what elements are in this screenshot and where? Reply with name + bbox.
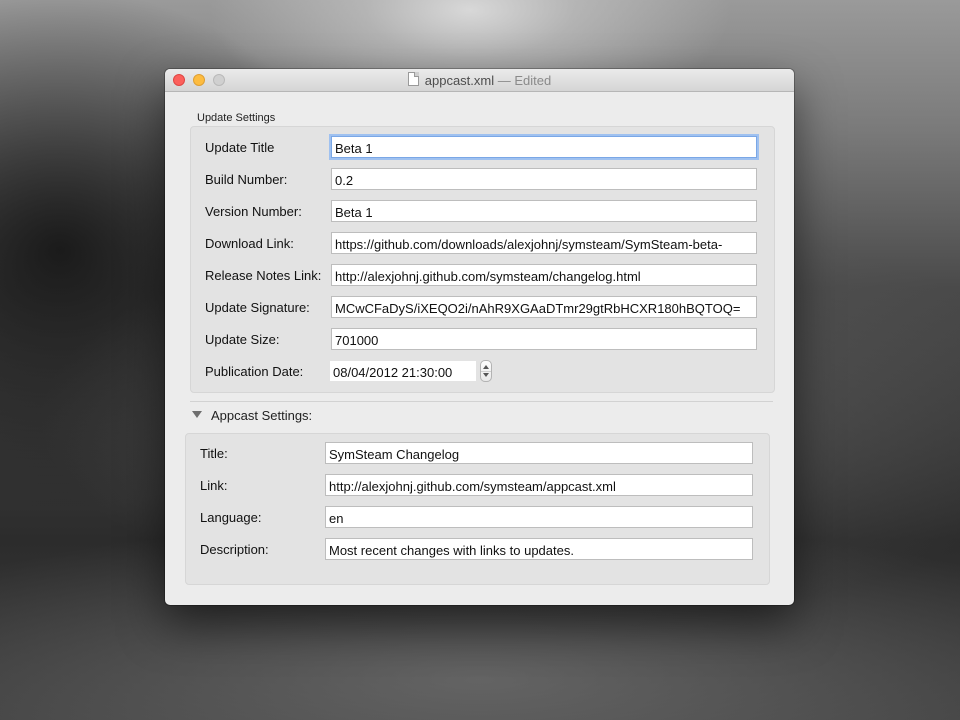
update-size-field[interactable] (331, 328, 757, 350)
update-title-field[interactable] (331, 136, 757, 158)
window-title-text: appcast.xml (424, 73, 495, 88)
update-title-label: Update Title (205, 140, 275, 155)
release-notes-link-field[interactable] (331, 264, 757, 286)
appcast-link-label: Link: (200, 478, 228, 493)
update-signature-label: Update Signature: (205, 300, 310, 315)
update-settings-box (190, 126, 775, 393)
appcast-settings-label[interactable]: Appcast Settings: (211, 408, 312, 423)
update-size-label: Update Size: (205, 332, 280, 347)
title-separator: — (497, 73, 511, 88)
appcast-link-field[interactable] (325, 474, 753, 496)
disclosure-triangle-icon[interactable] (192, 411, 202, 418)
window-title: appcast.xml — Edited (165, 72, 794, 88)
version-number-field[interactable] (331, 200, 757, 222)
release-notes-link-label: Release Notes Link: (205, 268, 322, 283)
appcast-window: appcast.xml — Edited Update Settings Upd… (165, 69, 794, 605)
document-icon[interactable] (407, 72, 419, 86)
build-number-field[interactable] (331, 168, 757, 190)
chevron-down-icon[interactable] (483, 373, 489, 377)
chevron-up-icon[interactable] (483, 365, 489, 369)
version-number-label: Version Number: (205, 204, 302, 219)
title-status: Edited (514, 73, 552, 88)
build-number-label: Build Number: (205, 172, 288, 187)
section-divider (190, 401, 773, 402)
title-bar[interactable]: appcast.xml — Edited (165, 69, 794, 92)
appcast-description-label: Description: (200, 542, 269, 557)
download-link-field[interactable] (331, 232, 757, 254)
date-stepper[interactable] (480, 360, 492, 382)
stepper-divider (481, 371, 491, 372)
appcast-title-label: Title: (200, 446, 228, 461)
update-settings-label: Update Settings (197, 112, 276, 124)
download-link-label: Download Link: (205, 236, 294, 251)
appcast-language-field[interactable] (325, 506, 753, 528)
appcast-title-field[interactable] (325, 442, 753, 464)
appcast-language-label: Language: (200, 510, 262, 525)
publication-date-label: Publication Date: (205, 364, 304, 379)
appcast-description-field[interactable] (325, 538, 753, 560)
publication-date-field[interactable] (329, 360, 477, 382)
update-signature-field[interactable] (331, 296, 757, 318)
